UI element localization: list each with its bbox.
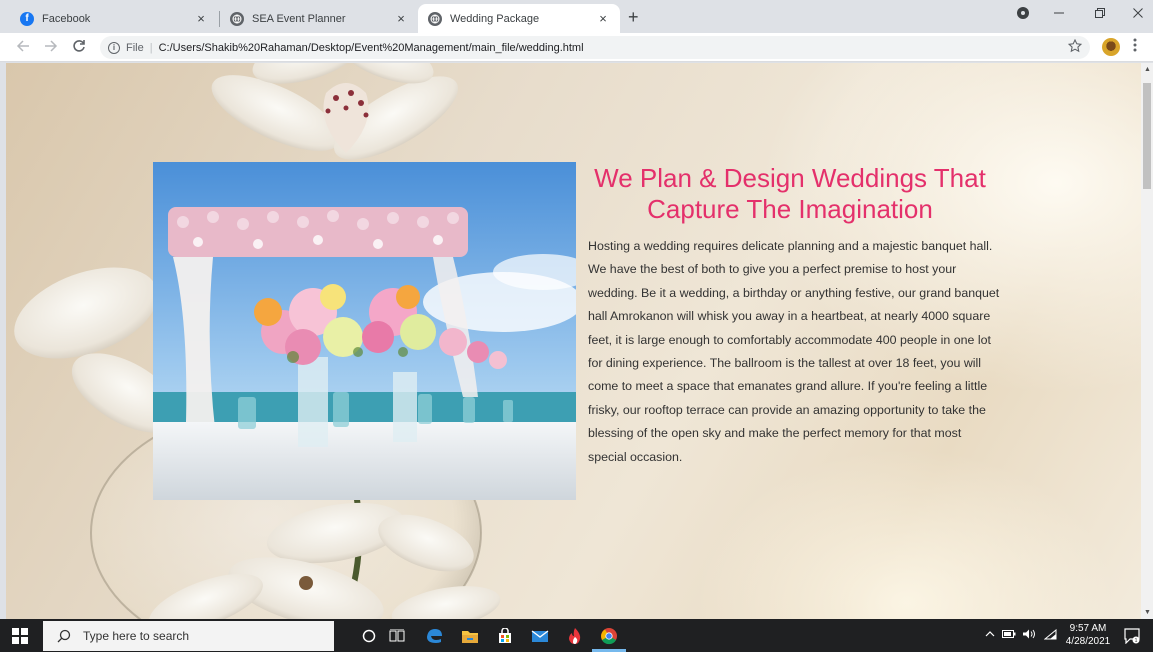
- wifi-icon[interactable]: [1043, 628, 1058, 644]
- close-icon[interactable]: ×: [596, 11, 610, 26]
- search-placeholder: Type here to search: [83, 629, 190, 643]
- volume-icon[interactable]: [1022, 629, 1036, 642]
- scroll-down-icon[interactable]: ▼: [1144, 609, 1151, 616]
- app-flame-icon[interactable]: [564, 625, 586, 647]
- scrollbar-thumb[interactable]: [1143, 83, 1151, 189]
- tab-title: SEA Event Planner: [252, 12, 346, 25]
- info-icon[interactable]: i: [108, 41, 120, 54]
- close-icon[interactable]: ×: [394, 11, 408, 26]
- task-view-icon[interactable]: [386, 625, 408, 647]
- reload-icon[interactable]: [70, 39, 88, 57]
- page-viewport: We Plan & Design Weddings That Capture T…: [6, 63, 1141, 619]
- clock-date: 4/28/2021: [1065, 636, 1111, 647]
- windows-start-icon[interactable]: [12, 628, 28, 644]
- back-icon[interactable]: [14, 39, 32, 57]
- mail-icon[interactable]: [529, 625, 551, 647]
- profile-avatar[interactable]: [1102, 38, 1120, 56]
- tab-wedding-package[interactable]: Wedding Package ×: [418, 4, 620, 33]
- edge-browser-icon[interactable]: [423, 625, 445, 647]
- page-heading: We Plan & Design Weddings That Capture T…: [594, 163, 986, 224]
- menu-icon[interactable]: [1133, 38, 1137, 55]
- store-icon[interactable]: [494, 625, 516, 647]
- chrome-extension-icon[interactable]: [1013, 6, 1033, 22]
- url-text: C:/Users/Shakib%20Rahaman/Desktop/Event%…: [158, 41, 584, 54]
- tab-facebook[interactable]: f Facebook ×: [10, 4, 218, 33]
- scheme-label: File: [126, 41, 144, 54]
- notification-icon[interactable]: 1: [1124, 628, 1140, 645]
- globe-icon: [230, 11, 244, 26]
- address-bar[interactable]: i File | C:/Users/Shakib%20Rahaman/Deskt…: [100, 36, 1090, 59]
- bookmark-star-icon[interactable]: [1067, 38, 1083, 57]
- chrome-icon[interactable]: [598, 625, 620, 647]
- svg-text:1: 1: [1135, 638, 1138, 644]
- tray-chevron-icon[interactable]: [985, 629, 995, 641]
- minimize-icon[interactable]: [1049, 6, 1069, 22]
- battery-icon[interactable]: [1002, 629, 1016, 642]
- address-divider: |: [149, 41, 153, 54]
- file-explorer-icon[interactable]: [459, 625, 481, 647]
- close-window-icon[interactable]: [1128, 6, 1148, 22]
- taskbar-clock[interactable]: 9:57 AM 4/28/2021: [1064, 622, 1112, 648]
- page-description: Hosting a wedding requires delicate plan…: [588, 239, 1000, 464]
- scroll-up-icon[interactable]: ▲: [1144, 66, 1151, 73]
- taskbar-search-input[interactable]: Type here to search: [43, 621, 334, 651]
- search-icon: [57, 629, 71, 643]
- close-icon[interactable]: ×: [194, 11, 208, 26]
- globe-icon: [428, 11, 442, 26]
- clock-time: 9:57 AM: [1069, 623, 1107, 634]
- tab-strip: f Facebook × SEA Event Planner × Wedding…: [0, 0, 1153, 33]
- page-scrollbar[interactable]: ▲ ▼: [1141, 63, 1153, 619]
- tab-title: Facebook: [42, 12, 91, 25]
- tab-sea-event-planner[interactable]: SEA Event Planner ×: [220, 4, 418, 33]
- facebook-icon: f: [20, 11, 34, 26]
- new-tab-button[interactable]: +: [628, 8, 639, 26]
- wedding-venue-photo: [153, 162, 576, 500]
- windows-taskbar: Type here to search 9:57 AM 4/28/2021 1: [0, 619, 1153, 652]
- restore-icon[interactable]: [1090, 6, 1110, 22]
- forward-icon[interactable]: [42, 39, 60, 57]
- browser-toolbar: i File | C:/Users/Shakib%20Rahaman/Deskt…: [0, 33, 1153, 62]
- cortana-icon[interactable]: [358, 625, 380, 647]
- tab-title: Wedding Package: [450, 12, 540, 25]
